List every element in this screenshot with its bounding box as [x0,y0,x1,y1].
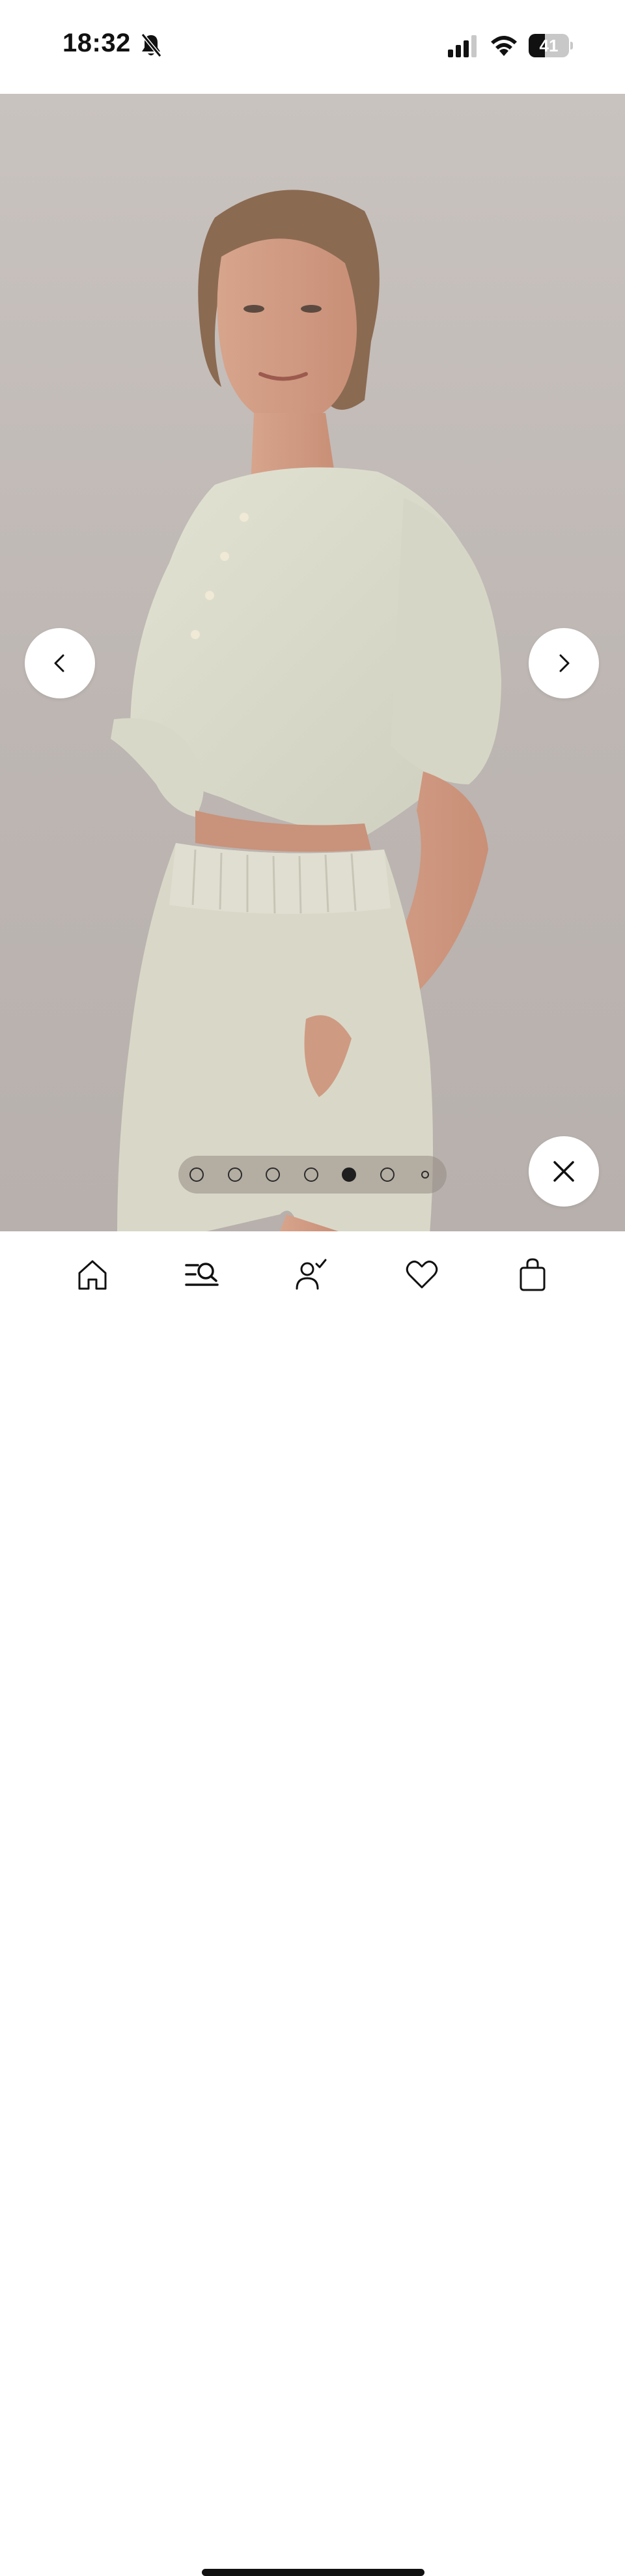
pager-dot[interactable] [421,1171,429,1179]
battery-cap [570,42,573,50]
pager-dot[interactable] [189,1167,204,1182]
close-button[interactable] [529,1136,599,1207]
signal-icon [448,35,477,57]
battery-icon: 41 [529,34,573,57]
pager-dot[interactable] [228,1167,242,1182]
pager-dot[interactable] [380,1167,395,1182]
pager-dot[interactable] [266,1167,280,1182]
bell-slash-icon [141,33,162,57]
battery-percent: 41 [539,36,559,55]
next-image-button[interactable] [529,628,599,698]
close-icon [553,1161,574,1182]
image-pager[interactable] [178,1156,447,1194]
heart-icon [406,1260,438,1289]
tab-wishlist[interactable] [398,1251,445,1298]
status-bar: 18:32 41 [0,0,625,94]
bag-icon [520,1258,546,1291]
status-time: 18:32 [62,29,131,57]
tab-account[interactable] [288,1251,335,1298]
battery-body: 41 [529,34,569,57]
tab-search[interactable] [178,1251,225,1298]
bottom-tab-bar [0,1231,625,2576]
tab-bag[interactable] [509,1251,556,1298]
previous-image-button[interactable] [25,628,95,698]
pager-dot-active[interactable] [342,1167,356,1182]
wifi-icon [491,36,517,56]
pager-dot[interactable] [304,1167,318,1182]
tab-home[interactable] [69,1251,116,1298]
search-icon [185,1263,219,1286]
account-icon [296,1259,327,1290]
chevron-right-icon [559,654,570,672]
home-indicator [202,2569,424,2576]
product-image-gallery[interactable] [0,94,625,1231]
chevron-left-icon [54,654,64,672]
home-icon [78,1260,107,1290]
